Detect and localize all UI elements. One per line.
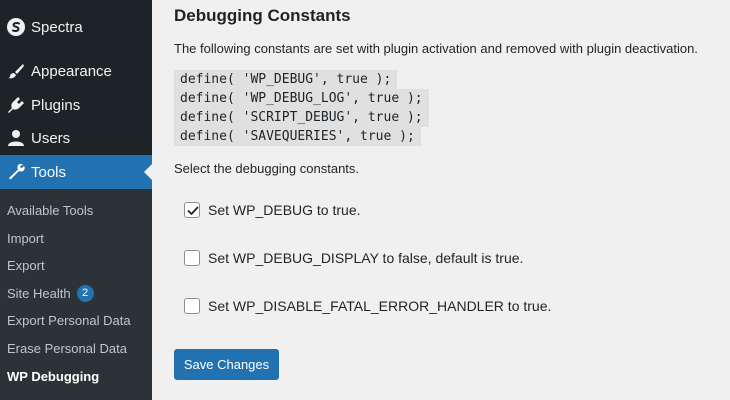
save-changes-button[interactable]: Save Changes [174, 349, 279, 380]
active-arrow [144, 164, 152, 180]
checkmark-icon [187, 206, 199, 215]
page-title: Debugging Constants [174, 6, 351, 25]
submenu-item-label: Import [7, 230, 44, 246]
option-wp-debug-display: Set WP_DEBUG_DISPLAY to false, default i… [184, 250, 523, 266]
sidebar-item-plugins[interactable]: Plugins [0, 88, 152, 122]
tools-submenu: Available Tools Import Export Site Healt… [0, 189, 152, 400]
spectra-icon [6, 17, 26, 37]
user-icon [6, 128, 26, 148]
sidebar-item-tools[interactable]: Tools [0, 155, 152, 189]
sidebar-item-label: Tools [31, 163, 67, 181]
sidebar-item-users[interactable]: Users [0, 121, 152, 155]
submenu-item-export[interactable]: Export [7, 256, 45, 274]
sidebar-item-label: Users [31, 129, 71, 147]
sidebar-item-label: Spectra [31, 18, 83, 36]
code-line: define( 'SAVEQUERIES', true ); [174, 127, 421, 146]
code-block: define( 'WP_DEBUG', true ); define( 'WP_… [174, 70, 429, 146]
submenu-item-wp-debugging[interactable]: WP Debugging [7, 367, 99, 385]
main-content: Debugging Constants The following consta… [152, 0, 730, 400]
submenu-item-export-personal-data[interactable]: Export Personal Data [7, 311, 131, 329]
submenu-item-label: Export [7, 257, 45, 273]
admin-sidebar: Spectra Appearance Plugins Users Tools A… [0, 0, 152, 400]
sidebar-item-appearance[interactable]: Appearance [0, 54, 152, 88]
paintbrush-icon [6, 61, 26, 81]
submenu-item-label: Erase Personal Data [7, 340, 127, 356]
submenu-item-erase-personal-data[interactable]: Erase Personal Data [7, 339, 127, 357]
disable-fatal-error-handler-checkbox[interactable] [184, 298, 200, 314]
code-line: define( 'WP_DEBUG', true ); [174, 70, 398, 89]
plugin-icon [6, 95, 26, 115]
code-line: define( 'SCRIPT_DEBUG', true ); [174, 108, 429, 127]
description-text: The following constants are set with plu… [174, 41, 698, 56]
wrench-icon [6, 162, 26, 182]
notification-badge: 2 [76, 284, 94, 302]
option-disable-fatal-error-handler: Set WP_DISABLE_FATAL_ERROR_HANDLER to tr… [184, 298, 551, 314]
submenu-item-label: Export Personal Data [7, 312, 131, 328]
sidebar-item-label: Appearance [31, 62, 112, 80]
option-label: Set WP_DISABLE_FATAL_ERROR_HANDLER to tr… [208, 298, 552, 314]
submenu-item-label: Available Tools [7, 202, 94, 218]
submenu-item-available-tools[interactable]: Available Tools [7, 201, 93, 219]
select-label: Select the debugging constants. [174, 161, 360, 176]
option-label: Set WP_DEBUG to true. [208, 202, 361, 218]
code-line: define( 'WP_DEBUG_LOG', true ); [174, 89, 429, 108]
wp-debug-checkbox[interactable] [184, 202, 200, 218]
option-label: Set WP_DEBUG_DISPLAY to false, default i… [208, 250, 524, 266]
submenu-item-site-health[interactable]: Site Health 2 [7, 284, 94, 302]
wp-debug-display-checkbox[interactable] [184, 250, 200, 266]
sidebar-item-spectra[interactable]: Spectra [0, 10, 152, 44]
submenu-item-label: Site Health [7, 285, 71, 301]
submenu-item-import[interactable]: Import [7, 229, 44, 247]
sidebar-item-label: Plugins [31, 96, 81, 114]
submenu-item-label: WP Debugging [7, 368, 100, 384]
option-wp-debug: Set WP_DEBUG to true. [184, 202, 361, 218]
